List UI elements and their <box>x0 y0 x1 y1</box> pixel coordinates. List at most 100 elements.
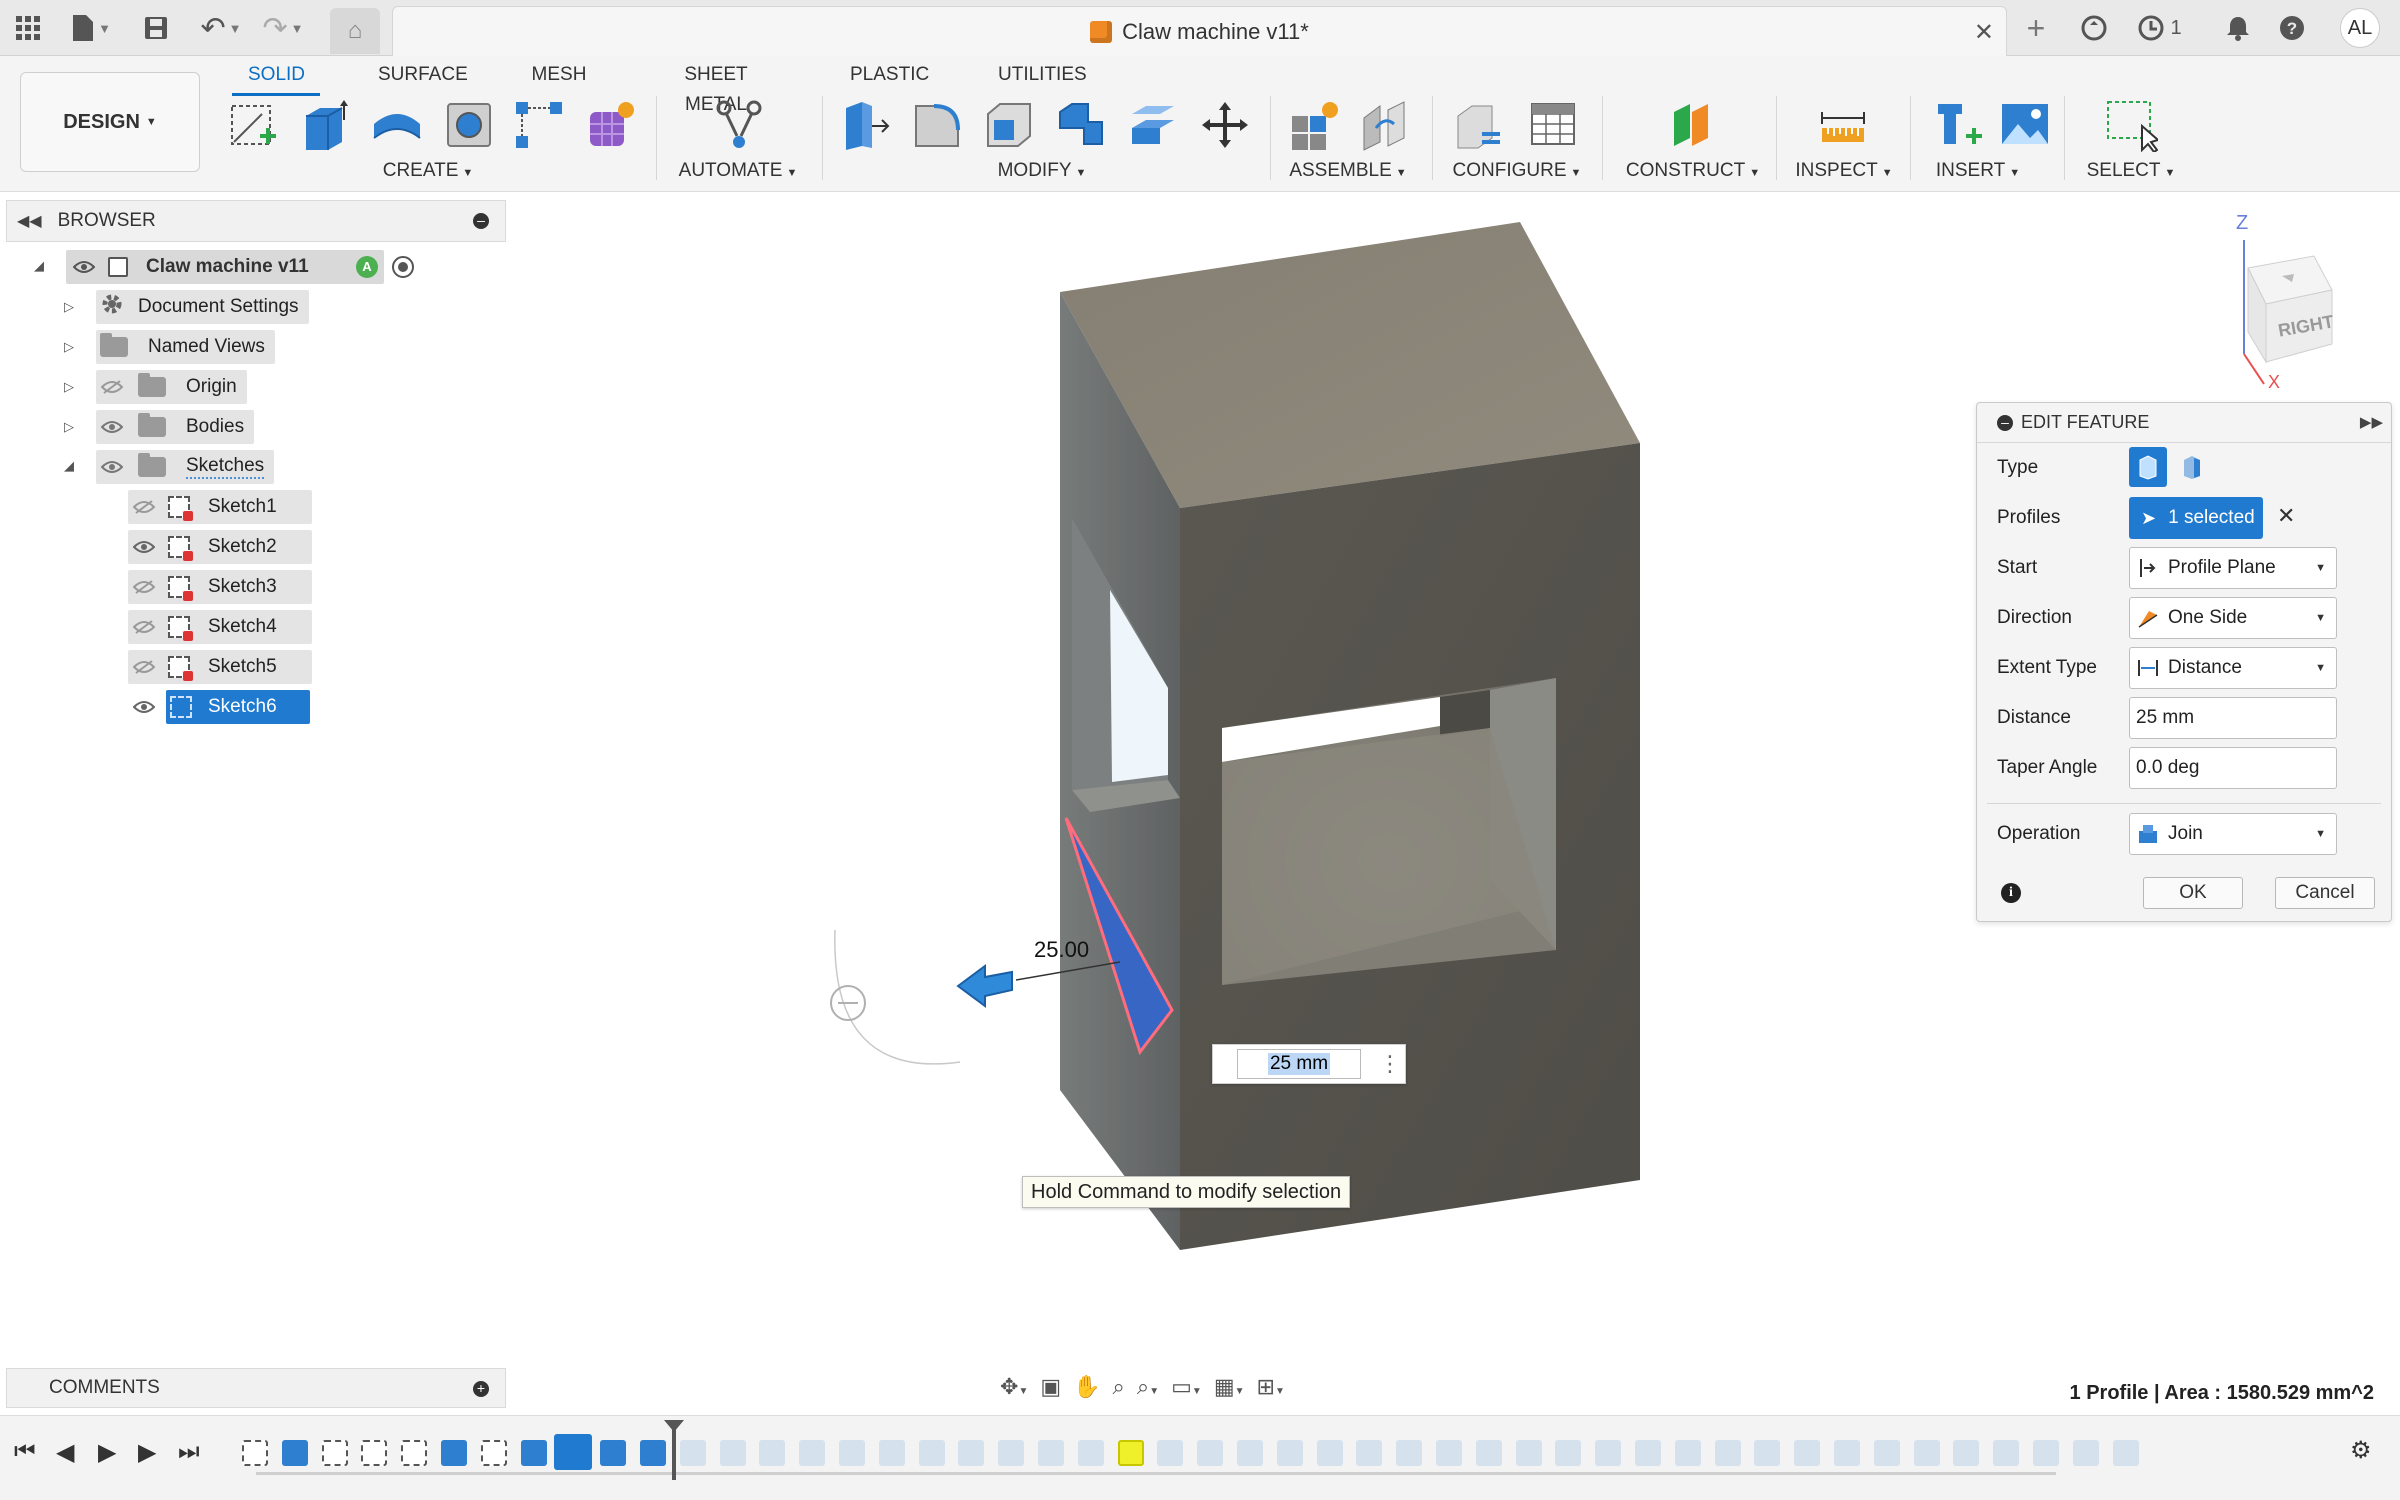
sketch-row[interactable]: Sketch5 <box>128 650 312 684</box>
timeline-suppressed-feature-icon[interactable] <box>1993 1440 2020 1466</box>
tab-utilities[interactable]: UTILITIES <box>998 60 1087 90</box>
timeline-extrude-icon[interactable] <box>441 1440 467 1466</box>
view-cube[interactable]: Z X RIGHT <box>2226 212 2350 392</box>
offset-face-tool[interactable] <box>1124 96 1182 154</box>
hidden-eye-icon[interactable] <box>100 375 124 399</box>
cancel-button[interactable]: Cancel <box>2275 877 2375 909</box>
visibility-eye-icon[interactable] <box>132 695 156 719</box>
display-settings-icon[interactable]: ▭▼ <box>1171 1374 1202 1400</box>
expand-triangle-icon[interactable]: ▷ <box>64 339 74 355</box>
document-settings-node[interactable]: Document Settings <box>96 290 309 324</box>
sketch5-node[interactable]: Sketch5 <box>128 650 312 684</box>
timeline-suppressed-feature-icon[interactable] <box>878 1440 905 1466</box>
timeline-suppressed-feature-icon[interactable] <box>1794 1440 1821 1466</box>
timeline-suppressed-feature-icon[interactable] <box>1356 1440 1383 1466</box>
pattern-tool[interactable] <box>510 96 568 154</box>
distance-input[interactable]: 25 mm <box>1237 1049 1361 1079</box>
sketch-row[interactable]: Sketch1 <box>128 490 312 524</box>
app-grid-icon[interactable] <box>10 10 46 46</box>
timeline-suppressed-feature-icon[interactable] <box>998 1440 1025 1466</box>
hidden-eye-icon[interactable] <box>132 575 156 599</box>
pan-hand-icon[interactable]: ✋ <box>1073 1374 1100 1400</box>
automate-menu[interactable]: AUTOMATE ▼ <box>668 160 808 182</box>
document-tab[interactable]: Claw machine v11* ✕ <box>392 6 2007 56</box>
new-tab-icon[interactable]: + <box>2018 10 2054 46</box>
timeline-suppressed-feature-icon[interactable] <box>1316 1440 1343 1466</box>
timeline-suppressed-feature-icon[interactable] <box>1714 1440 1741 1466</box>
timeline-suppressed-feature-icon[interactable] <box>1555 1440 1582 1466</box>
timeline-suppressed-feature-icon[interactable] <box>799 1440 826 1466</box>
tab-mesh[interactable]: MESH <box>530 60 588 90</box>
collapse-triangle-icon[interactable]: ◢ <box>64 458 74 474</box>
start-select[interactable]: Profile Plane ▼ <box>2129 547 2337 589</box>
play-icon[interactable]: ▶ <box>98 1438 116 1467</box>
press-pull-tool[interactable] <box>836 96 894 154</box>
fit-icon[interactable]: ⌕▼ <box>1137 1374 1159 1400</box>
info-icon[interactable]: i <box>2001 883 2021 903</box>
notifications-bell-icon[interactable] <box>2220 10 2256 46</box>
sketch3-node[interactable]: Sketch3 <box>128 570 312 604</box>
create-menu[interactable]: CREATE ▼ <box>358 160 498 182</box>
undo-icon[interactable]: ↶ ▼ <box>196 10 246 46</box>
expand-triangle-icon[interactable]: ▷ <box>64 379 74 395</box>
zoom-icon[interactable]: ⌕ <box>1113 1374 1125 1400</box>
sketch-row[interactable]: Sketch4 <box>128 610 312 644</box>
type-thin-button[interactable] <box>2173 447 2211 487</box>
create-sketch-tool[interactable] <box>224 96 282 154</box>
home-tab[interactable]: ⌂ <box>330 8 380 54</box>
timeline-suppressed-feature-icon[interactable] <box>1077 1440 1104 1466</box>
sketch6-node-selected[interactable]: Sketch6 <box>166 690 310 724</box>
step-forward-icon[interactable]: ▶ <box>138 1438 156 1467</box>
configure-tool[interactable] <box>1450 96 1508 154</box>
type-solid-button[interactable] <box>2129 447 2167 487</box>
timeline-suppressed-feature-icon[interactable] <box>1873 1440 1900 1466</box>
timeline-suppressed-feature-icon[interactable] <box>719 1440 746 1466</box>
timeline-suppressed-feature-icon[interactable] <box>2112 1440 2139 1466</box>
visibility-eye-icon[interactable] <box>132 535 156 559</box>
close-tab-icon[interactable]: ✕ <box>1974 18 1994 47</box>
bodies-node[interactable]: Bodies <box>96 410 255 444</box>
timeline-sketch-icon[interactable] <box>361 1440 388 1466</box>
operation-select[interactable]: Join ▼ <box>2129 813 2337 855</box>
shell-tool[interactable] <box>980 96 1038 154</box>
timeline-suppressed-feature-icon[interactable] <box>918 1440 945 1466</box>
file-menu-icon[interactable]: ▼ <box>66 10 116 46</box>
timeline-suppressed-feature-icon[interactable] <box>1674 1440 1701 1466</box>
timeline-suppressed-feature-icon[interactable] <box>1038 1440 1064 1466</box>
redo-icon[interactable]: ↷ ▼ <box>258 10 308 46</box>
tab-surface[interactable]: SURFACE <box>378 60 468 90</box>
hole-tool[interactable] <box>440 96 498 154</box>
timeline-feature-highlighted[interactable] <box>1117 1440 1144 1466</box>
visibility-eye-icon[interactable] <box>72 255 96 279</box>
insert-canvas-tool[interactable] <box>1996 96 2054 154</box>
joint-tool[interactable] <box>1356 96 1414 154</box>
combine-tool[interactable] <box>1052 96 1110 154</box>
job-status-button[interactable]: 1 <box>2130 10 2190 46</box>
origin-node[interactable]: Origin <box>96 370 247 404</box>
named-views-node[interactable]: Named Views <box>96 330 275 364</box>
timeline-suppressed-feature-icon[interactable] <box>1953 1440 1980 1466</box>
activate-radio-icon[interactable] <box>392 256 414 278</box>
select-menu[interactable]: SELECT ▼ <box>2066 160 2196 182</box>
insert-menu[interactable]: INSERT ▼ <box>1918 160 2038 182</box>
create-form-tool[interactable] <box>582 96 640 154</box>
minimize-browser-icon[interactable]: – <box>473 213 489 229</box>
sketch2-node[interactable]: Sketch2 <box>128 530 312 564</box>
configure-menu[interactable]: CONFIGURE ▼ <box>1442 160 1592 182</box>
timeline-suppressed-feature-icon[interactable] <box>839 1440 865 1466</box>
tab-plastic[interactable]: PLASTIC <box>850 60 929 90</box>
timeline-suppressed-feature-icon[interactable] <box>1475 1440 1502 1466</box>
viewports-icon[interactable]: ⊞▼ <box>1257 1374 1285 1400</box>
more-options-icon[interactable]: ⋮ <box>1379 1051 1401 1077</box>
timeline-marker[interactable] <box>672 1424 676 1480</box>
expand-triangle-icon[interactable]: ▷ <box>64 419 74 435</box>
extrude-arrow-handle[interactable] <box>956 964 1013 1008</box>
timeline-suppressed-feature-icon[interactable] <box>1396 1440 1423 1466</box>
automate-tool[interactable] <box>710 96 768 154</box>
inspect-menu[interactable]: INSPECT ▼ <box>1774 160 1914 182</box>
expand-triangle-icon[interactable]: ▷ <box>64 299 74 315</box>
distance-field[interactable]: 25 mm <box>2129 697 2337 739</box>
user-avatar[interactable]: AL <box>2340 8 2380 48</box>
timeline-extrude-icon[interactable] <box>520 1440 547 1466</box>
sketches-node[interactable]: Sketches <box>96 450 275 484</box>
